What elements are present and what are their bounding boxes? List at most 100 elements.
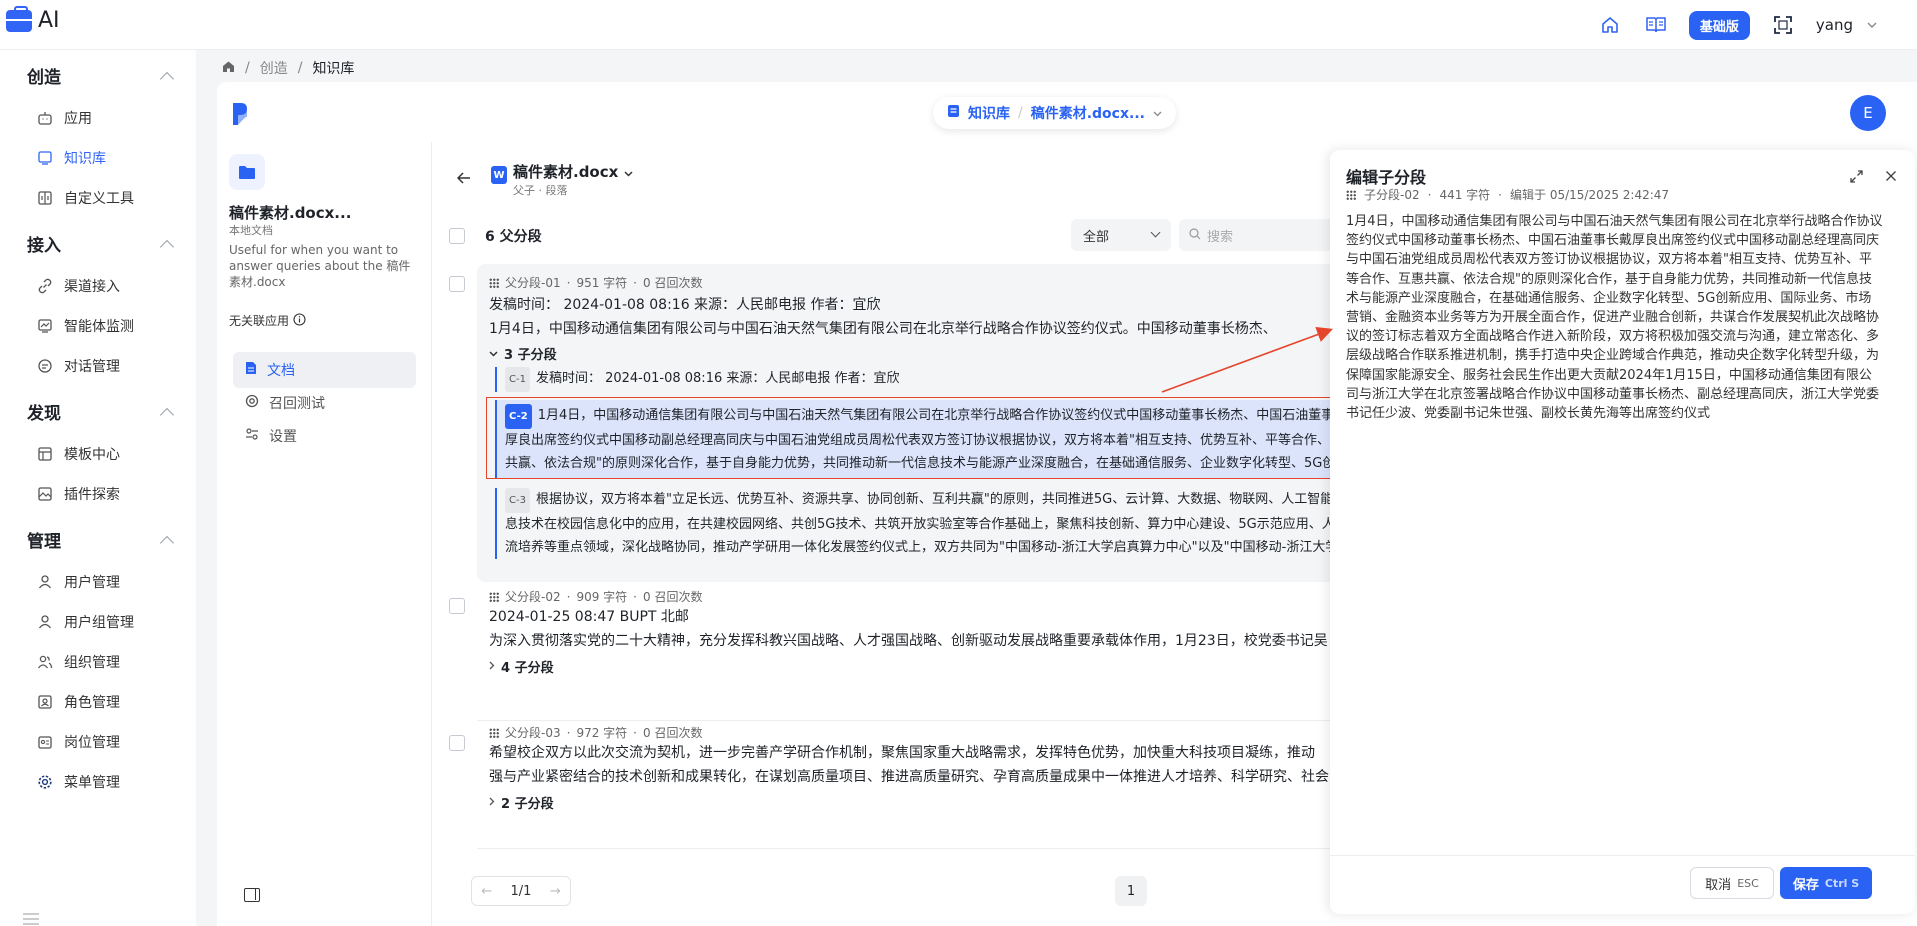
badge-icon [36, 733, 54, 751]
nav-item-user-group-mgmt[interactable]: 用户组管理 [36, 612, 134, 632]
chunk-checkbox[interactable] [449, 735, 465, 751]
parent-chunk-meta: 父分段-03 · 972 字符 · 0 召回次数 [489, 724, 702, 741]
sub-chunk-content-editor[interactable]: 1月4日，中国移动通信集团有限公司与中国石油天然气集团有限公司在北京举行战略合作… [1346, 212, 1884, 423]
select-all-checkbox[interactable] [449, 228, 465, 244]
nav-item-user-mgmt[interactable]: 用户管理 [36, 572, 120, 592]
tab-label: 设置 [269, 429, 297, 445]
nav-group-access[interactable]: 接入 [27, 231, 61, 256]
chevron-down-icon[interactable] [1153, 105, 1162, 121]
app-logo[interactable]: AI [6, 5, 60, 33]
menu-icon[interactable] [22, 912, 40, 926]
nav-item-label: 自定义工具 [64, 191, 134, 207]
tab-settings[interactable]: 设置 [233, 418, 416, 454]
folder-icon [229, 154, 265, 190]
sliders-icon [245, 427, 259, 445]
cancel-label: 取消 [1705, 877, 1732, 893]
nav-item-apps[interactable]: 应用 [36, 108, 92, 128]
nav-item-plugin-explore[interactable]: 插件探索 [36, 484, 120, 504]
fullscreen-icon[interactable] [1770, 12, 1796, 38]
drag-handle-icon[interactable] [489, 727, 499, 738]
close-icon[interactable] [1885, 170, 1897, 187]
page-number-current[interactable]: 1 [1115, 876, 1147, 906]
avatar[interactable]: E [1850, 95, 1886, 131]
status-filter-select[interactable]: 全部 [1071, 219, 1171, 251]
document-icon [245, 361, 257, 379]
chevron-down-icon[interactable] [1867, 20, 1877, 30]
file-title[interactable]: 稿件素材.docx [513, 161, 633, 182]
briefcase-icon [6, 5, 32, 32]
parent-chunk-meta: 父分段-02 · 909 字符 · 0 召回次数 [489, 588, 702, 605]
kb-switcher-doc[interactable]: 稿件素材.docx... [1031, 103, 1145, 123]
sub-chunk-tag: C-3 [505, 488, 530, 513]
tab-label: 召回测试 [269, 396, 325, 412]
chevron-down-icon [1150, 227, 1161, 238]
drag-handle-icon[interactable] [489, 591, 499, 602]
kb-logo-icon [233, 103, 247, 125]
sidebar-toggle-icon[interactable] [244, 888, 260, 902]
nav-item-org-mgmt[interactable]: 组织管理 [36, 652, 120, 672]
nav-item-label: 模板中心 [64, 447, 120, 463]
sub-chunk-text: 发稿时间： 2024-01-08 08:16 来源：人民邮电报 作者：宜欣 [535, 371, 900, 386]
filter-value: 全部 [1083, 230, 1110, 245]
parent-chunk-line: 2024-01-25 08:47 BUPT 北邮 [489, 609, 689, 625]
nav-item-label: 知识库 [64, 151, 106, 167]
tab-documents[interactable]: 文档 [233, 352, 416, 388]
sub-chunk-count: 4 子分段 [501, 661, 554, 676]
expand-icon[interactable] [1850, 170, 1863, 187]
username[interactable]: yang [1816, 16, 1853, 34]
collapse-caret-icon[interactable] [159, 71, 175, 87]
nav-item-channel-access[interactable]: 渠道接入 [36, 276, 120, 296]
tab-recall-test[interactable]: 召回测试 [233, 385, 416, 421]
nav-item-label: 用户管理 [64, 575, 120, 591]
home-icon[interactable] [1597, 12, 1623, 38]
sub-chunk-toggle[interactable]: 4 子分段 [489, 657, 554, 676]
chevron-right-icon [489, 659, 495, 674]
sub-chunk-toggle[interactable]: 3 子分段 [489, 344, 557, 363]
nav-item-template-center[interactable]: 模板中心 [36, 444, 120, 464]
next-page-icon[interactable]: → [550, 884, 561, 899]
back-arrow-icon[interactable] [456, 169, 471, 188]
nav-item-conversation-mgmt[interactable]: 对话管理 [36, 356, 120, 376]
book-icon[interactable] [1643, 12, 1669, 38]
chunk-checkbox[interactable] [449, 598, 465, 614]
left-nav: 创造 应用 知识库 自定义工具 接入 渠道接入 智能体监测 对话管理 发现 模板… [0, 50, 196, 926]
target-icon [245, 394, 259, 412]
save-shortcut: Ctrl S [1824, 876, 1860, 890]
sub-chunk-toggle[interactable]: 2 子分段 [489, 793, 554, 812]
collapse-caret-icon[interactable] [159, 239, 175, 255]
cancel-button[interactable]: 取消 ESC [1690, 867, 1774, 899]
edit-sub-chunk-panel: 编辑子分段 子分段-02 · 441 字符 · 编辑于 05/15/2025 2… [1330, 150, 1915, 914]
save-button[interactable]: 保存 Ctrl S [1780, 867, 1872, 899]
nav-group-manage[interactable]: 管理 [27, 527, 61, 552]
nav-item-role-mgmt[interactable]: 角色管理 [36, 692, 120, 712]
no-linked-app-label: 无关联应用 [229, 314, 290, 328]
nav-item-agent-monitor[interactable]: 智能体监测 [36, 316, 134, 336]
kb-switcher-kb[interactable]: 知识库 [968, 103, 1010, 123]
collapse-caret-icon[interactable] [159, 407, 175, 423]
collapse-caret-icon[interactable] [159, 535, 175, 551]
info-icon[interactable] [293, 312, 306, 329]
nav-item-menu-mgmt[interactable]: 菜单管理 [36, 772, 120, 792]
kb-switcher[interactable]: 知识库 / 稿件素材.docx... [933, 97, 1176, 129]
nav-group-discover[interactable]: 发现 [27, 399, 61, 424]
chunk-checkbox[interactable] [449, 276, 465, 292]
breadcrumb-knowledge-base: 知识库 [312, 61, 355, 77]
edit-panel-title: 编辑子分段 [1346, 168, 1427, 187]
parent-chunk-id: 父分段-01 [505, 276, 561, 290]
link-icon [36, 277, 54, 295]
drag-handle-icon[interactable] [489, 277, 499, 288]
nav-item-custom-tools[interactable]: 自定义工具 [36, 188, 134, 208]
nav-group-create[interactable]: 创造 [27, 63, 61, 88]
nav-item-post-mgmt[interactable]: 岗位管理 [36, 732, 120, 752]
robot-icon [36, 109, 54, 127]
search-icon [1189, 228, 1201, 244]
breadcrumb-create[interactable]: 创造 [260, 58, 288, 78]
parent-count: 6 父分段 [485, 229, 542, 245]
nav-item-knowledge-base[interactable]: 知识库 [36, 148, 106, 168]
plan-badge[interactable]: 基础版 [1688, 10, 1750, 40]
template-icon [36, 445, 54, 463]
parent-chunk-id: 父分段-03 [505, 726, 561, 740]
home-icon[interactable] [222, 60, 235, 77]
sub-chunk-tag: C-1 [505, 367, 530, 392]
prev-page-icon[interactable]: ← [481, 884, 492, 899]
